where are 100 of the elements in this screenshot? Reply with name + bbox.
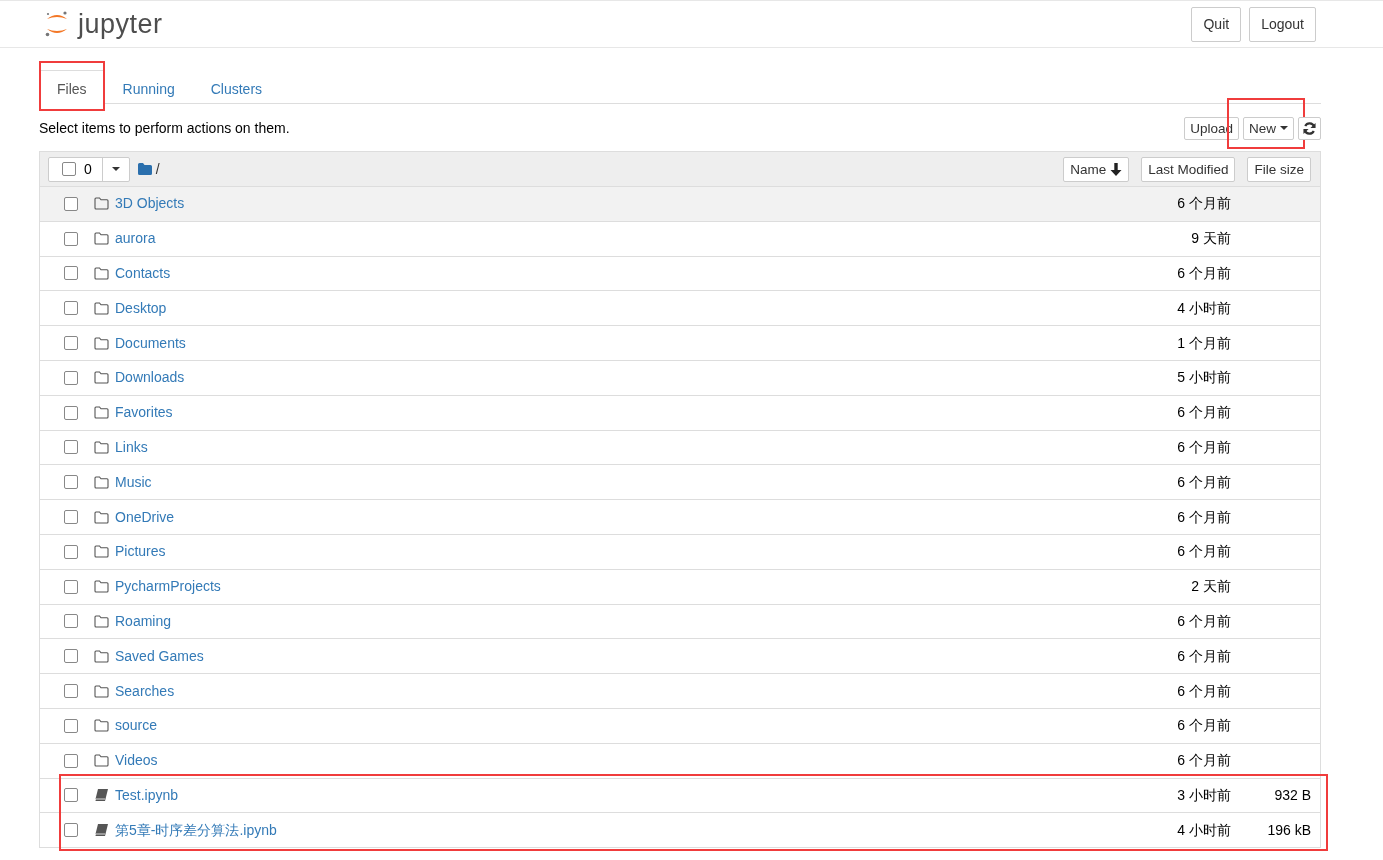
modified-time: 6 个月前 — [1176, 403, 1231, 423]
file-row[interactable]: Links 6 个月前 — [39, 430, 1321, 466]
file-name-link[interactable]: Test.ipynb — [115, 784, 179, 806]
file-name-link[interactable]: OneDrive — [115, 506, 175, 528]
file-name-link[interactable]: Documents — [115, 332, 186, 354]
file-row[interactable]: Videos 6 个月前 — [39, 743, 1321, 779]
folder-icon — [94, 649, 109, 663]
selection-dropdown[interactable]: 0 — [48, 156, 130, 182]
file-row[interactable]: PycharmProjects 2 天前 — [39, 569, 1321, 605]
folder-icon — [94, 232, 109, 246]
quit-button[interactable]: Quit — [1191, 6, 1242, 42]
modified-time: 6 个月前 — [1176, 716, 1231, 736]
file-row[interactable]: Downloads 5 小时前 — [39, 361, 1321, 396]
select-all-checkbox[interactable] — [62, 162, 76, 176]
row-checkbox[interactable] — [64, 336, 78, 351]
logo-text: jupyter — [78, 10, 163, 38]
sort-button[interactable]: Name — [1063, 156, 1130, 182]
row-checkbox[interactable] — [64, 231, 78, 246]
file-row[interactable]: Saved Games 6 个月前 — [39, 639, 1321, 675]
file-name-link[interactable]: Searches — [115, 680, 175, 702]
row-checkbox[interactable] — [64, 475, 78, 490]
refresh-button[interactable] — [1298, 116, 1321, 140]
row-checkbox[interactable] — [64, 440, 78, 455]
row-checkbox[interactable] — [64, 266, 78, 281]
sort-button[interactable]: Last Modified — [1141, 156, 1236, 182]
refresh-icon — [1303, 121, 1316, 135]
row-checkbox[interactable] — [64, 753, 78, 768]
modified-time: 9 天前 — [1190, 229, 1231, 249]
folder-icon — [137, 163, 152, 175]
file-row[interactable]: Searches 6 个月前 — [39, 674, 1321, 709]
row-checkbox[interactable] — [64, 823, 78, 838]
file-name-link[interactable]: Favorites — [115, 402, 173, 424]
tab[interactable]: Files — [39, 70, 105, 105]
tab[interactable]: Clusters — [192, 70, 281, 104]
file-row[interactable]: Contacts 6 个月前 — [39, 256, 1321, 292]
file-row[interactable]: aurora 9 天前 — [39, 221, 1321, 257]
folder-icon — [94, 301, 109, 315]
folder-icon — [94, 510, 109, 524]
folder-icon — [94, 684, 109, 698]
notebook-icon — [94, 788, 109, 802]
file-name-link[interactable]: PycharmProjects — [115, 576, 221, 598]
folder-icon — [94, 371, 109, 385]
folder-icon — [94, 719, 109, 733]
row-checkbox[interactable] — [64, 510, 78, 525]
file-row[interactable]: Desktop 4 小时前 — [39, 291, 1321, 327]
modified-time: 6 个月前 — [1176, 751, 1231, 771]
file-row[interactable]: Test.ipynb 3 小时前 932 B — [39, 778, 1321, 814]
folder-icon — [94, 197, 109, 211]
file-name-link[interactable]: aurora — [115, 228, 156, 250]
file-name-link[interactable]: Downloads — [115, 367, 185, 389]
selected-count: 0 — [84, 159, 92, 179]
new-dropdown-button[interactable]: New — [1243, 116, 1294, 140]
row-checkbox[interactable] — [64, 649, 78, 664]
row-checkbox[interactable] — [64, 614, 78, 629]
row-checkbox[interactable] — [64, 544, 78, 559]
row-checkbox[interactable] — [64, 405, 78, 420]
file-row[interactable]: source 6 个月前 — [39, 708, 1321, 744]
tab[interactable]: Running — [104, 70, 193, 104]
file-name-link[interactable]: Videos — [115, 750, 158, 772]
row-checkbox[interactable] — [64, 301, 78, 316]
row-checkbox[interactable] — [64, 579, 78, 594]
modified-time: 6 个月前 — [1176, 542, 1231, 562]
folder-icon — [94, 545, 109, 559]
file-name-link[interactable]: Contacts — [115, 263, 171, 284]
folder-icon — [94, 406, 109, 420]
file-row[interactable]: Favorites 6 个月前 — [39, 395, 1321, 431]
modified-time: 6 个月前 — [1176, 264, 1231, 283]
breadcrumb-path[interactable]: / — [155, 158, 160, 180]
row-checkbox[interactable] — [64, 684, 78, 699]
file-name-link[interactable]: 第5章-时序差分算法.ipynb — [115, 819, 277, 841]
file-row[interactable]: Roaming 6 个月前 — [39, 604, 1321, 640]
file-name-link[interactable]: 3D Objects — [115, 193, 185, 215]
file-row[interactable]: Music 6 个月前 — [39, 465, 1321, 501]
file-name-link[interactable]: Pictures — [115, 541, 166, 563]
file-row[interactable]: Pictures 6 个月前 — [39, 534, 1321, 570]
modified-time: 6 个月前 — [1176, 472, 1231, 492]
file-name-link[interactable]: Music — [115, 471, 152, 493]
file-row[interactable]: OneDrive 6 个月前 — [39, 500, 1321, 535]
file-name-link[interactable]: Desktop — [115, 297, 167, 319]
file-name-link[interactable]: Links — [115, 436, 148, 458]
row-checkbox[interactable] — [64, 718, 78, 733]
file-size: 932 B — [1273, 785, 1311, 805]
row-checkbox[interactable] — [64, 788, 78, 803]
modified-time: 4 小时前 — [1176, 820, 1231, 840]
file-row[interactable]: Documents 1 个月前 — [39, 326, 1321, 361]
file-name-link[interactable]: source — [115, 715, 158, 737]
row-checkbox[interactable] — [64, 370, 78, 385]
file-name-link[interactable]: Saved Games — [115, 645, 204, 667]
file-name-link[interactable]: Roaming — [115, 610, 172, 632]
row-checkbox[interactable] — [64, 196, 78, 211]
modified-time: 6 个月前 — [1176, 646, 1231, 666]
caret-icon — [111, 167, 120, 171]
modified-time: 6 个月前 — [1176, 507, 1231, 527]
logout-button[interactable]: Logout — [1249, 6, 1316, 42]
file-row[interactable]: 第5章-时序差分算法.ipynb 4 小时前 196 kB — [39, 813, 1321, 849]
notebook-icon — [94, 823, 109, 837]
sort-button[interactable]: File size — [1247, 156, 1311, 182]
modified-time: 2 天前 — [1190, 577, 1231, 597]
file-row[interactable]: 3D Objects 6 个月前 — [39, 187, 1321, 222]
modified-time: 6 个月前 — [1176, 194, 1231, 214]
